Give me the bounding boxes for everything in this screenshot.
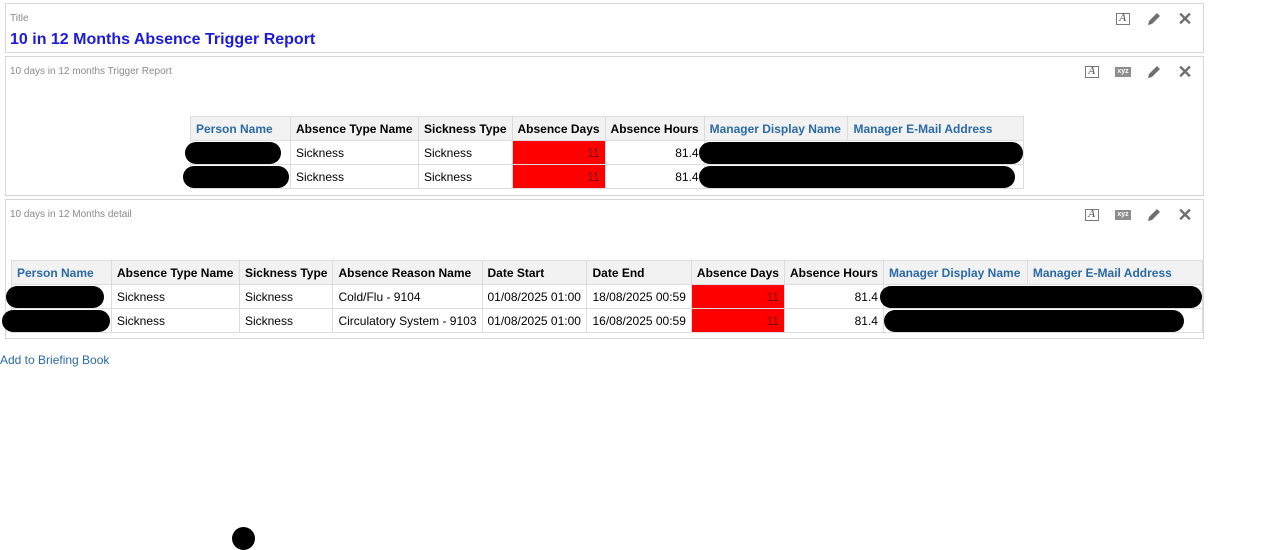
manager-cell (882, 308, 1204, 333)
panel-toolbar: A ✕ (1102, 10, 1195, 28)
summary-table: Person Name Absence Type Name Sickness T… (183, 116, 1024, 189)
absence-hours-cell: 81.4 (783, 308, 884, 333)
panel-toolbar: A xyz ✕ (1071, 63, 1195, 81)
absence-type-cell: Sickness (110, 284, 240, 309)
edit-button[interactable] (1144, 10, 1164, 28)
redaction-mark (879, 285, 1202, 308)
person-name-cell (185, 140, 291, 165)
absence-days-cell: 11 (690, 308, 785, 333)
table-row: Sickness Sickness Circulatory System - 9… (2, 308, 1204, 333)
redaction-mark (6, 285, 104, 308)
absence-hours-cell: 81.4 (604, 140, 705, 165)
column-header-date-end: Date End (586, 260, 692, 285)
date-end-cell: 16/08/2025 00:59 (586, 308, 692, 333)
column-header-person-name[interactable]: Person Name (11, 260, 112, 285)
absence-days-cell: 11 (511, 164, 606, 189)
column-header-manager-email[interactable]: Manager E-Mail Address (1026, 260, 1204, 285)
redaction-mark (883, 309, 1184, 332)
absence-reason-cell: Circulatory System - 9103 (332, 308, 483, 333)
format-text-button[interactable]: A (1113, 10, 1133, 28)
column-header-manager-name[interactable]: Manager Display Name (882, 260, 1028, 285)
panel-toolbar: A xyz ✕ (1071, 206, 1195, 224)
summary-panel: 10 days in 12 months Trigger Report A xy… (5, 56, 1204, 196)
format-text-icon: A (1085, 209, 1099, 221)
close-icon: ✕ (1177, 9, 1193, 29)
redaction-mark (183, 165, 289, 188)
format-text-icon: A (1116, 13, 1130, 25)
sickness-type-cell: Sickness (418, 164, 513, 189)
column-header-absence-type: Absence Type Name (110, 260, 240, 285)
manager-cell (698, 164, 1024, 189)
date-start-cell: 01/08/2025 01:00 (481, 284, 588, 309)
close-icon: ✕ (1177, 62, 1193, 82)
format-text-icon: A (1085, 66, 1099, 78)
table-row: Sickness Sickness Cold/Flu - 9104 01/08/… (6, 284, 1204, 309)
column-header-absence-days: Absence Days (690, 260, 785, 285)
edit-button[interactable] (1144, 63, 1164, 81)
close-button[interactable]: ✕ (1175, 63, 1195, 81)
close-icon: ✕ (1177, 205, 1193, 225)
redaction-mark (698, 165, 1015, 188)
table-row: Sickness Sickness 11 81.4 (183, 164, 1024, 189)
report-title: 10 in 12 Months Absence Trigger Report (10, 31, 316, 48)
pencil-icon (1148, 66, 1160, 78)
absence-hours-cell: 81.4 (783, 284, 884, 309)
date-start-cell: 01/08/2025 01:00 (481, 308, 588, 333)
column-header-absence-type: Absence Type Name (290, 116, 419, 141)
manager-cell (698, 140, 1024, 165)
add-to-briefing-book-link[interactable]: Add to Briefing Book (0, 353, 109, 367)
manager-cell (879, 284, 1204, 309)
column-header-absence-hours: Absence Hours (783, 260, 884, 285)
close-button[interactable]: ✕ (1175, 10, 1195, 28)
xyz-button[interactable]: xyz (1113, 206, 1133, 224)
absence-days-cell: 11 (690, 284, 785, 309)
person-name-cell (2, 308, 112, 333)
edit-button[interactable] (1144, 206, 1164, 224)
pencil-icon (1148, 209, 1160, 221)
redaction-mark (185, 141, 281, 164)
column-header-absence-days: Absence Days (511, 116, 606, 141)
sickness-type-cell: Sickness (418, 140, 513, 165)
absence-reason-cell: Cold/Flu - 9104 (332, 284, 483, 309)
absence-hours-cell: 81.4 (604, 164, 705, 189)
detail-panel: 10 days in 12 Months detail A xyz ✕ Pers… (2, 199, 1204, 339)
absence-type-cell: Sickness (290, 140, 419, 165)
column-header-manager-name[interactable]: Manager Display Name (703, 116, 849, 141)
column-header-manager-email[interactable]: Manager E-Mail Address (847, 116, 1024, 141)
panel-caption: Title (10, 13, 29, 24)
pencil-icon (1148, 13, 1160, 25)
column-header-sickness-type: Sickness Type (238, 260, 334, 285)
sickness-type-cell: Sickness (238, 308, 334, 333)
absence-type-cell: Sickness (290, 164, 419, 189)
person-name-cell (6, 284, 112, 309)
panel-caption: 10 days in 12 months Trigger Report (10, 66, 172, 77)
xyz-icon: xyz (1115, 67, 1131, 77)
absence-days-cell: 11 (511, 140, 606, 165)
table-header-row: Person Name Absence Type Name Sickness T… (11, 260, 1204, 285)
xyz-button[interactable]: xyz (1113, 63, 1133, 81)
column-header-date-start: Date Start (481, 260, 588, 285)
sickness-type-cell: Sickness (238, 284, 334, 309)
absence-type-cell: Sickness (110, 308, 240, 333)
format-text-button[interactable]: A (1082, 63, 1102, 81)
date-end-cell: 18/08/2025 00:59 (586, 284, 692, 309)
column-header-sickness-type: Sickness Type (418, 116, 513, 141)
column-header-absence-reason: Absence Reason Name (332, 260, 483, 285)
redaction-dot (232, 527, 255, 550)
person-name-cell (183, 164, 291, 189)
panel-caption: 10 days in 12 Months detail (10, 209, 132, 220)
column-header-absence-hours: Absence Hours (604, 116, 705, 141)
title-panel: Title 10 in 12 Months Absence Trigger Re… (5, 3, 1204, 53)
column-header-person-name[interactable]: Person Name (190, 116, 291, 141)
xyz-icon: xyz (1115, 210, 1131, 220)
format-text-button[interactable]: A (1082, 206, 1102, 224)
table-row: Sickness Sickness 11 81.4 (185, 140, 1024, 165)
redaction-mark (2, 309, 110, 332)
close-button[interactable]: ✕ (1175, 206, 1195, 224)
redaction-mark (698, 141, 1023, 164)
detail-table: Person Name Absence Type Name Sickness T… (2, 260, 1204, 333)
table-header-row: Person Name Absence Type Name Sickness T… (190, 116, 1024, 141)
